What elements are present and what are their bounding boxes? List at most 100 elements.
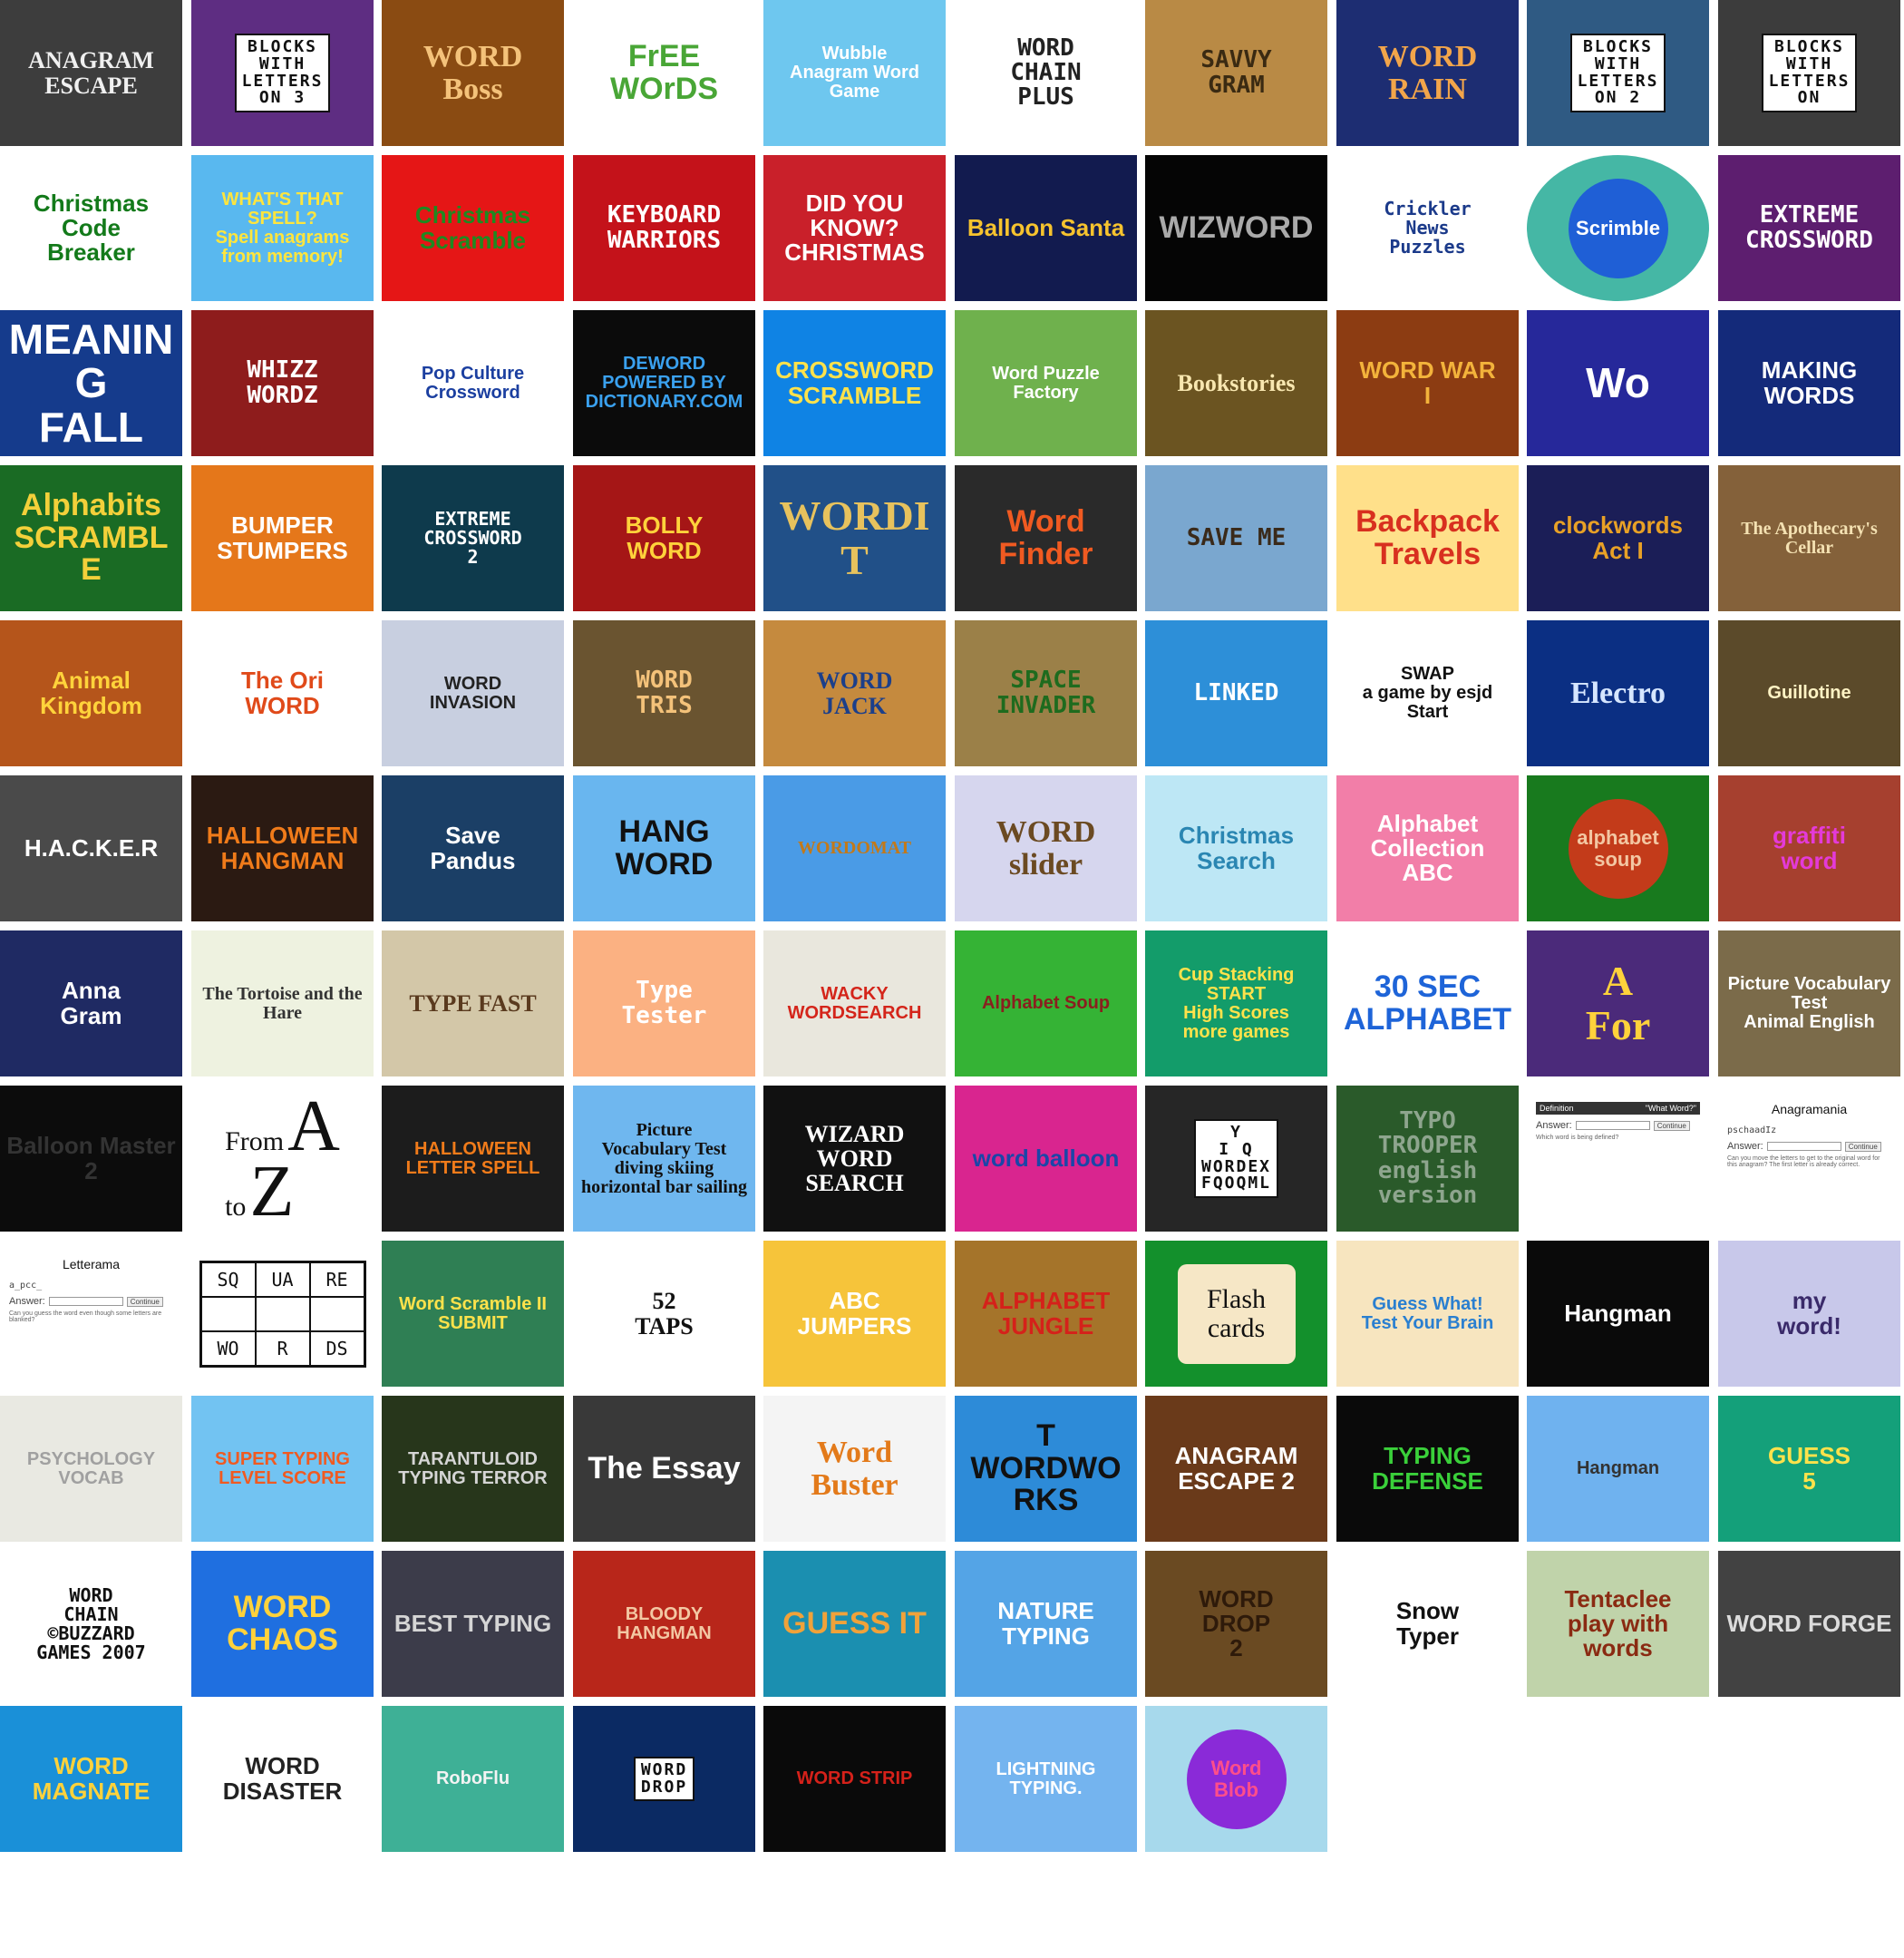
game-tile-anagram-escape-2[interactable]: ANAGRAM ESCAPE 2: [1145, 1396, 1327, 1542]
game-tile-word-magnate[interactable]: WORD MAGNATE: [0, 1706, 182, 1852]
game-tile-whats-that-spell[interactable]: WHAT'S THAT SPELL? Spell anagrams from m…: [191, 155, 374, 301]
game-tile-typo-trooper[interactable]: TYPO TROOPER english version: [1336, 1086, 1519, 1232]
game-tile-guess-what[interactable]: Guess What! Test Your Brain: [1336, 1241, 1519, 1387]
game-tile-bumper-stumpers[interactable]: BUMPER STUMPERS: [191, 465, 374, 611]
game-tile-alphabet-collection[interactable]: Alphabet Collection ABC: [1336, 775, 1519, 921]
game-tile-save-pandus[interactable]: Save Pandus: [382, 775, 564, 921]
game-tile-animal-kingdom[interactable]: Animal Kingdom: [0, 620, 182, 766]
game-tile-abc-jumpers[interactable]: ABC JUMPERS: [763, 1241, 946, 1387]
game-tile-halloween-hangman[interactable]: HALLOWEEN HANGMAN: [191, 775, 374, 921]
game-tile-guess-it[interactable]: GUESS IT: [763, 1551, 946, 1697]
game-tile-robo-flu[interactable]: RoboFlu: [382, 1706, 564, 1852]
game-tile-deword[interactable]: DEWORD POWERED BY DICTIONARY.COM: [573, 310, 755, 456]
game-tile-hacker[interactable]: H.A.C.K.E.R: [0, 775, 182, 921]
game-tile-graffiti-word[interactable]: graffiti word: [1718, 775, 1900, 921]
continue-button[interactable]: Continue: [126, 1296, 163, 1307]
game-tile-the-tortoise-and-the-hare[interactable]: The Tortoise and the Hare: [191, 930, 374, 1076]
game-tile-picture-vocabulary-test-animal-english[interactable]: Picture Vocabulary Test Animal English: [1718, 930, 1900, 1076]
game-tile-savvy-gram[interactable]: SAVVY GRAM: [1145, 0, 1327, 146]
game-tile-the-essay[interactable]: The Essay: [573, 1396, 755, 1542]
game-tile-word-drop-2[interactable]: WORD DROP 2: [1145, 1551, 1327, 1697]
game-tile-nature-typing[interactable]: NATURE TYPING: [955, 1551, 1137, 1697]
game-tile-anagramania[interactable]: Anagramania pschaadIz Answer: Continue Can y…: [1718, 1086, 1900, 1232]
answer-input[interactable]: [48, 1297, 123, 1306]
game-tile-pop-culture-crossword[interactable]: Pop Culture Crossword: [382, 310, 564, 456]
answer-input[interactable]: [1766, 1142, 1841, 1151]
game-tile-word-finder[interactable]: Word Finder: [955, 465, 1137, 611]
game-tile-word-war-1[interactable]: WORD WAR I: [1336, 310, 1519, 456]
game-tile-what-word[interactable]: Definition "What Word?" Answer: Continue Whi…: [1527, 1086, 1709, 1232]
game-tile-alphabet-soup[interactable]: alphabet soup: [1527, 775, 1709, 921]
game-tile-alphabet-soup-2[interactable]: Alphabet Soup: [955, 930, 1137, 1076]
game-tile-wizword[interactable]: WIZWORD: [1145, 155, 1327, 301]
game-tile-did-you-know-christmas[interactable]: DID YOU KNOW? CHRISTMAS: [763, 155, 946, 301]
continue-button[interactable]: Continue: [1844, 1141, 1881, 1152]
game-tile-wordworks[interactable]: T WORDWORKS: [955, 1396, 1137, 1542]
game-tile-picture-vocabulary-test[interactable]: Picture Vocabulary Test diving skiing ho…: [573, 1086, 755, 1232]
game-tile-word-dex[interactable]: Y I Q WORDEX FQOQML: [1145, 1086, 1327, 1232]
game-tile-type-fast[interactable]: TYPE FAST: [382, 930, 564, 1076]
game-tile-a-for-apple[interactable]: A For: [1527, 930, 1709, 1076]
game-tile-word-blob[interactable]: Word Blob: [1145, 1706, 1327, 1852]
game-tile-hangman-2[interactable]: Hangman: [1527, 1396, 1709, 1542]
game-tile-electro[interactable]: Electro: [1527, 620, 1709, 766]
game-tile-christmas-search[interactable]: Christmas Search: [1145, 775, 1327, 921]
game-tile-backpack-travels[interactable]: Backpack Travels: [1336, 465, 1519, 611]
game-tile-meaning-fall[interactable]: MEANING FALL: [0, 310, 182, 456]
game-tile-christmas-scramble[interactable]: Christmas Scramble: [382, 155, 564, 301]
game-tile-word-scramble-2[interactable]: Word Scramble II SUBMIT: [382, 1241, 564, 1387]
game-tile-snow-typer[interactable]: Snow Typer: [1336, 1551, 1519, 1697]
game-tile-word-slider[interactable]: WORD slider: [955, 775, 1137, 921]
game-tile-save-me[interactable]: SAVE ME: [1145, 465, 1327, 611]
game-tile-bookstories[interactable]: Bookstories: [1145, 310, 1327, 456]
answer-input[interactable]: [1575, 1121, 1650, 1130]
game-tile-guillotine[interactable]: Guillotine: [1718, 620, 1900, 766]
game-tile-blocks-with-letters-on-2[interactable]: BLOCKS WITH LETTERS ON 2: [1527, 0, 1709, 146]
game-tile-hangman[interactable]: Hangman: [1527, 1241, 1709, 1387]
game-tile-typing-defense[interactable]: TYPING DEFENSE: [1336, 1396, 1519, 1542]
game-tile-letterama[interactable]: Letterama a_pcc_ Answer: Continue Can you gu…: [0, 1241, 182, 1387]
game-tile-word-jack[interactable]: WORD JACK: [763, 620, 946, 766]
game-tile-alphabits-scramble[interactable]: Alphabits SCRAMBLE: [0, 465, 182, 611]
continue-button[interactable]: Continue: [1653, 1120, 1690, 1131]
game-tile-linked[interactable]: LINKED: [1145, 620, 1327, 766]
game-tile-free-words[interactable]: FrEE WOrDS: [573, 0, 755, 146]
game-tile-alphabet-jungle[interactable]: ALPHABET JUNGLE: [955, 1241, 1137, 1387]
game-tile-space-invader[interactable]: SPACE INVADER: [955, 620, 1137, 766]
game-tile-the-original-word[interactable]: The Ori WORD: [191, 620, 374, 766]
game-tile-word-buster[interactable]: Word Buster: [763, 1396, 946, 1542]
game-tile-wubble[interactable]: Wubble Anagram Word Game: [763, 0, 946, 146]
game-tile-super-typing[interactable]: SUPER TYPING LEVEL SCORE: [191, 1396, 374, 1542]
game-tile-word-strip[interactable]: WORD STRIP: [763, 1706, 946, 1852]
game-tile-best-typing[interactable]: BEST TYPING: [382, 1551, 564, 1697]
game-tile-bloody-hangman[interactable]: BLOODY HANGMAN: [573, 1551, 755, 1697]
game-tile-wo[interactable]: Wo: [1527, 310, 1709, 456]
game-tile-halloween-letter-spell[interactable]: HALLOWEEN LETTER SPELL: [382, 1086, 564, 1232]
game-tile-word-puzzle-factory[interactable]: Word Puzzle Factory: [955, 310, 1137, 456]
game-tile-extreme-crossword-2[interactable]: EXTREME CROSSWORD 2: [382, 465, 564, 611]
game-tile-swap[interactable]: SWAP a game by esjd Start: [1336, 620, 1519, 766]
game-tile-tentaclee[interactable]: Tentaclee play with words: [1527, 1551, 1709, 1697]
game-tile-word-chain-plus[interactable]: WORD CHAIN PLUS: [955, 0, 1137, 146]
game-tile-wizard-word-search[interactable]: WIZARD WORD SEARCH: [763, 1086, 946, 1232]
game-tile-christmas-code-breaker[interactable]: Christmas Code Breaker: [0, 155, 182, 301]
game-tile-wacky-wordsearch[interactable]: WACKY WORDSEARCH: [763, 930, 946, 1076]
game-tile-blocks-with-letters-on-3[interactable]: BLOCKS WITH LETTERS ON 3: [191, 0, 374, 146]
game-tile-guess-5[interactable]: GUESS 5: [1718, 1396, 1900, 1542]
game-tile-the-apothecarys-cellar[interactable]: The Apothecary's Cellar: [1718, 465, 1900, 611]
game-tile-52-taps[interactable]: 52 TAPS: [573, 1241, 755, 1387]
game-tile-lightning-typing[interactable]: LIGHTNING TYPING.: [955, 1706, 1137, 1852]
game-tile-type-tester[interactable]: Type Tester: [573, 930, 755, 1076]
game-tile-flash-cards[interactable]: Flash cards: [1145, 1241, 1327, 1387]
game-tile-crossword-scramble[interactable]: CROSSWORD SCRAMBLE: [763, 310, 946, 456]
game-tile-wordomat[interactable]: WORDOMAT: [763, 775, 946, 921]
game-tile-from-a-to-z[interactable]: From Ato Z: [191, 1086, 374, 1232]
game-tile-anna-gram[interactable]: Anna Gram: [0, 930, 182, 1076]
game-tile-30-sec-alphabet[interactable]: 30 SEC ALPHABET: [1336, 930, 1519, 1076]
game-tile-wordtris[interactable]: WORD TRIS: [573, 620, 755, 766]
game-tile-word-drop[interactable]: WORD DROP: [573, 1706, 755, 1852]
game-tile-hang-word[interactable]: HANG WORD: [573, 775, 755, 921]
game-tile-balloon-master-2[interactable]: Balloon Master 2: [0, 1086, 182, 1232]
game-tile-word-disaster[interactable]: WORD DISASTER: [191, 1706, 374, 1852]
game-tile-scrimble[interactable]: Scrimble: [1527, 155, 1709, 301]
